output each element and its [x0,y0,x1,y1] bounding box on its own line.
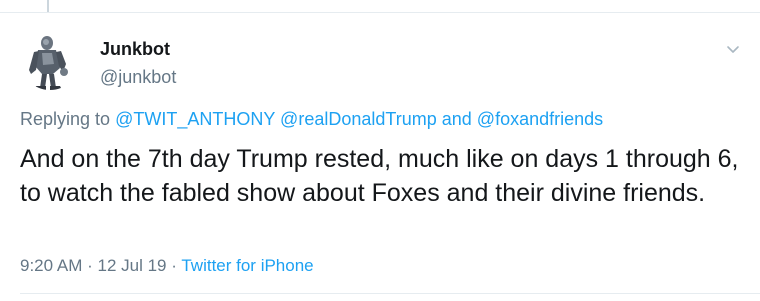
reply-and-text: and [441,109,472,129]
thread-connector-line [47,0,49,12]
chevron-down-icon[interactable] [724,40,742,58]
replying-to-line: Replying to @TWIT_ANTHONY @realDonaldTru… [20,108,603,130]
tweet-source-link[interactable]: Twitter for iPhone [181,256,313,275]
tweet-body: And on the 7th day Trump rested, much li… [20,145,739,207]
meta-separator: · [87,256,93,275]
robot-avatar-icon [20,30,80,90]
user-handle[interactable]: @junkbot [100,66,176,88]
tweet-time[interactable]: 9:20 AM [20,256,82,275]
bottom-divider [20,293,760,294]
avatar[interactable] [20,30,80,90]
mention-link[interactable]: @TWIT_ANTHONY [115,109,275,129]
mention-link[interactable]: @realDonaldTrump [280,109,437,129]
top-divider [0,12,760,13]
meta-separator: · [171,256,177,275]
tweet-date[interactable]: 12 Jul 19 [98,256,167,275]
replying-prefix: Replying to [20,109,111,129]
tweet-metadata: 9:20 AM · 12 Jul 19 · Twitter for iPhone [20,255,314,277]
mention-link[interactable]: @foxandfriends [477,109,603,129]
display-name[interactable]: Junkbot [100,38,170,60]
